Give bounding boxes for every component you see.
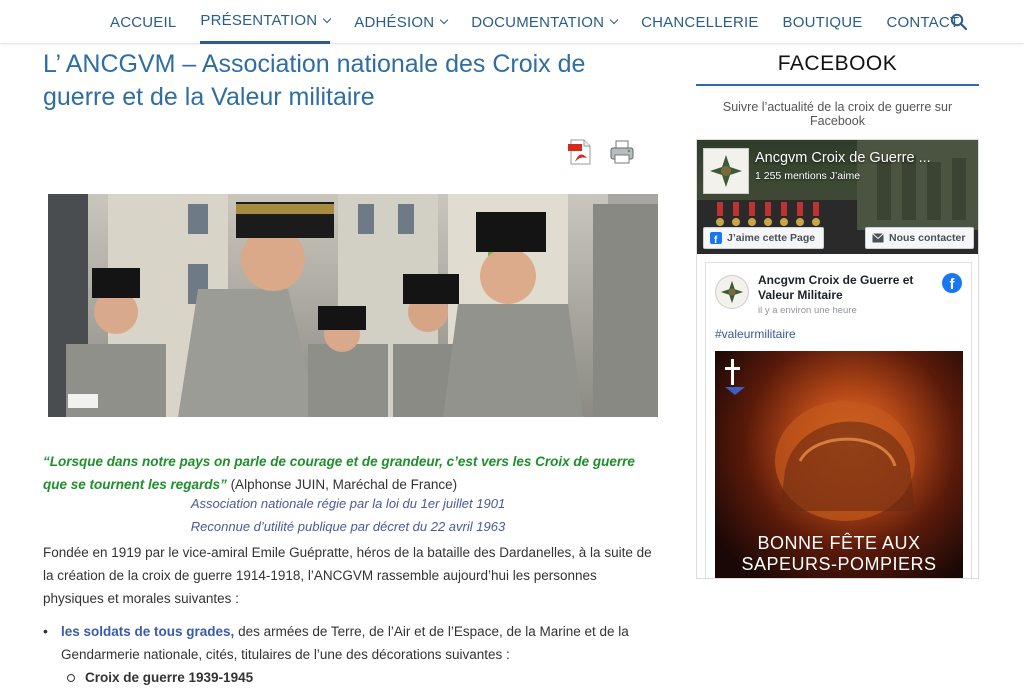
like-page-button[interactable]: f J’aime cette Page — [703, 227, 825, 249]
list-item: • les soldats de tous grades, des armées… — [43, 620, 658, 666]
caption-line: SAPEURS-POMPIERS — [741, 554, 937, 574]
croix-de-guerre-icon — [710, 155, 742, 187]
nav-label: CONTACT — [886, 13, 960, 31]
chevron-down-icon — [323, 14, 332, 23]
contact-us-button[interactable]: Nous contacter — [865, 227, 975, 249]
document-actions — [566, 138, 636, 166]
main-nav: ACCUEIL PRÉSENTATION ADHÉSION DOCUMENTAT… — [110, 0, 959, 44]
top-navigation-bar: ACCUEIL PRÉSENTATION ADHÉSION DOCUMENTAT… — [0, 0, 1024, 44]
nav-item-chancellerie[interactable]: CHANCELLERIE — [641, 0, 758, 44]
nav-item-contact[interactable]: CONTACT — [887, 0, 960, 44]
nav-label: BOUTIQUE — [782, 13, 863, 31]
facebook-page-widget: Ancgvm Croix de Guerre ... 1 255 mention… — [696, 139, 979, 579]
quote-attribution: (Alphonse JUIN, Maréchal de France) — [226, 477, 458, 492]
caption-line: BONNE FÊTE AUX — [757, 533, 921, 553]
chevron-down-icon — [439, 15, 449, 25]
facebook-cover[interactable]: Ancgvm Croix de Guerre ... 1 255 mention… — [697, 140, 978, 254]
members-list: • les soldats de tous grades, des armées… — [43, 620, 658, 689]
sub-list-item: Croix de guerre 1939-1945 — [67, 666, 658, 689]
nav-label: CHANCELLERIE — [641, 13, 759, 31]
public-utility-line: Reconnue d’utilité publique par décret d… — [190, 519, 506, 534]
soldiers-link[interactable]: les soldats de tous grades, — [61, 624, 234, 639]
sidebar-heading: FACEBOOK — [777, 52, 898, 75]
sidebar: FACEBOOK Suivre l’actualité de la croix … — [696, 52, 979, 128]
chevron-down-icon — [609, 15, 619, 25]
likes-count: 1 255 mentions J’aime — [755, 170, 861, 182]
post-author-name[interactable]: Ancgvm Croix de Guerre et Valeur Militai… — [758, 273, 938, 303]
nav-label: ADHÉSION — [354, 13, 435, 31]
intro-paragraph: Fondée en 1919 par le vice-amiral Emile … — [43, 545, 652, 606]
page-title: L’ ANCGVM – Association nationale des Cr… — [43, 50, 586, 111]
nav-item-documentation[interactable]: DOCUMENTATION — [471, 0, 619, 44]
contact-button-label: Nous contacter — [889, 232, 966, 244]
heading-divider — [696, 84, 979, 86]
post-author-avatar[interactable] — [715, 275, 749, 309]
nav-item-adhesion[interactable]: ADHÉSION — [354, 0, 449, 44]
facebook-icon: f — [710, 232, 722, 244]
nav-item-accueil[interactable]: ACCUEIL — [110, 0, 176, 44]
facebook-page-name[interactable]: Ancgvm Croix de Guerre ... — [755, 150, 931, 166]
bullet-icon: • — [43, 623, 48, 639]
main-content: L’ ANCGVM – Association nationale des Cr… — [43, 48, 663, 114]
print-icon[interactable] — [608, 138, 636, 166]
sidebar-subtitle: Suivre l’actualité de la croix de guerre… — [722, 100, 953, 128]
list-item-text: les soldats de tous grades, des armées d… — [61, 620, 658, 666]
nav-label: ACCUEIL — [110, 13, 177, 31]
association-law-line: Association nationale régie par la loi d… — [190, 496, 506, 511]
ceremony-photo-illustration — [48, 194, 658, 417]
nav-item-presentation[interactable]: PRÉSENTATION — [200, 0, 332, 44]
croix-de-guerre-icon — [720, 280, 744, 304]
post-image-caption: BONNE FÊTE AUX SAPEURS-POMPIERS — [715, 533, 963, 575]
nav-item-boutique[interactable]: BOUTIQUE — [783, 0, 863, 44]
pdf-icon[interactable] — [566, 138, 594, 166]
like-button-label: J’aime cette Page — [727, 232, 816, 244]
facebook-post: Ancgvm Croix de Guerre et Valeur Militai… — [705, 262, 972, 578]
envelope-icon — [872, 233, 884, 243]
decoration-name: Croix de guerre 1939-1945 — [85, 670, 254, 685]
nav-label: DOCUMENTATION — [471, 13, 605, 31]
search-icon[interactable] — [950, 13, 968, 31]
page-avatar[interactable] — [703, 148, 749, 194]
post-hashtag[interactable]: #valeurmilitaire — [715, 327, 796, 341]
post-timestamp[interactable]: il y a environ une heure — [758, 305, 857, 316]
post-image[interactable]: BONNE FÊTE AUX SAPEURS-POMPIERS — [715, 351, 963, 578]
ceremony-photo — [48, 194, 658, 417]
nav-label: PRÉSENTATION — [200, 12, 318, 29]
circle-bullet-icon — [67, 674, 75, 682]
founding-quote: “Lorsque dans notre pays on parle de cou… — [43, 450, 648, 496]
facebook-logo-icon[interactable]: f — [942, 273, 962, 293]
